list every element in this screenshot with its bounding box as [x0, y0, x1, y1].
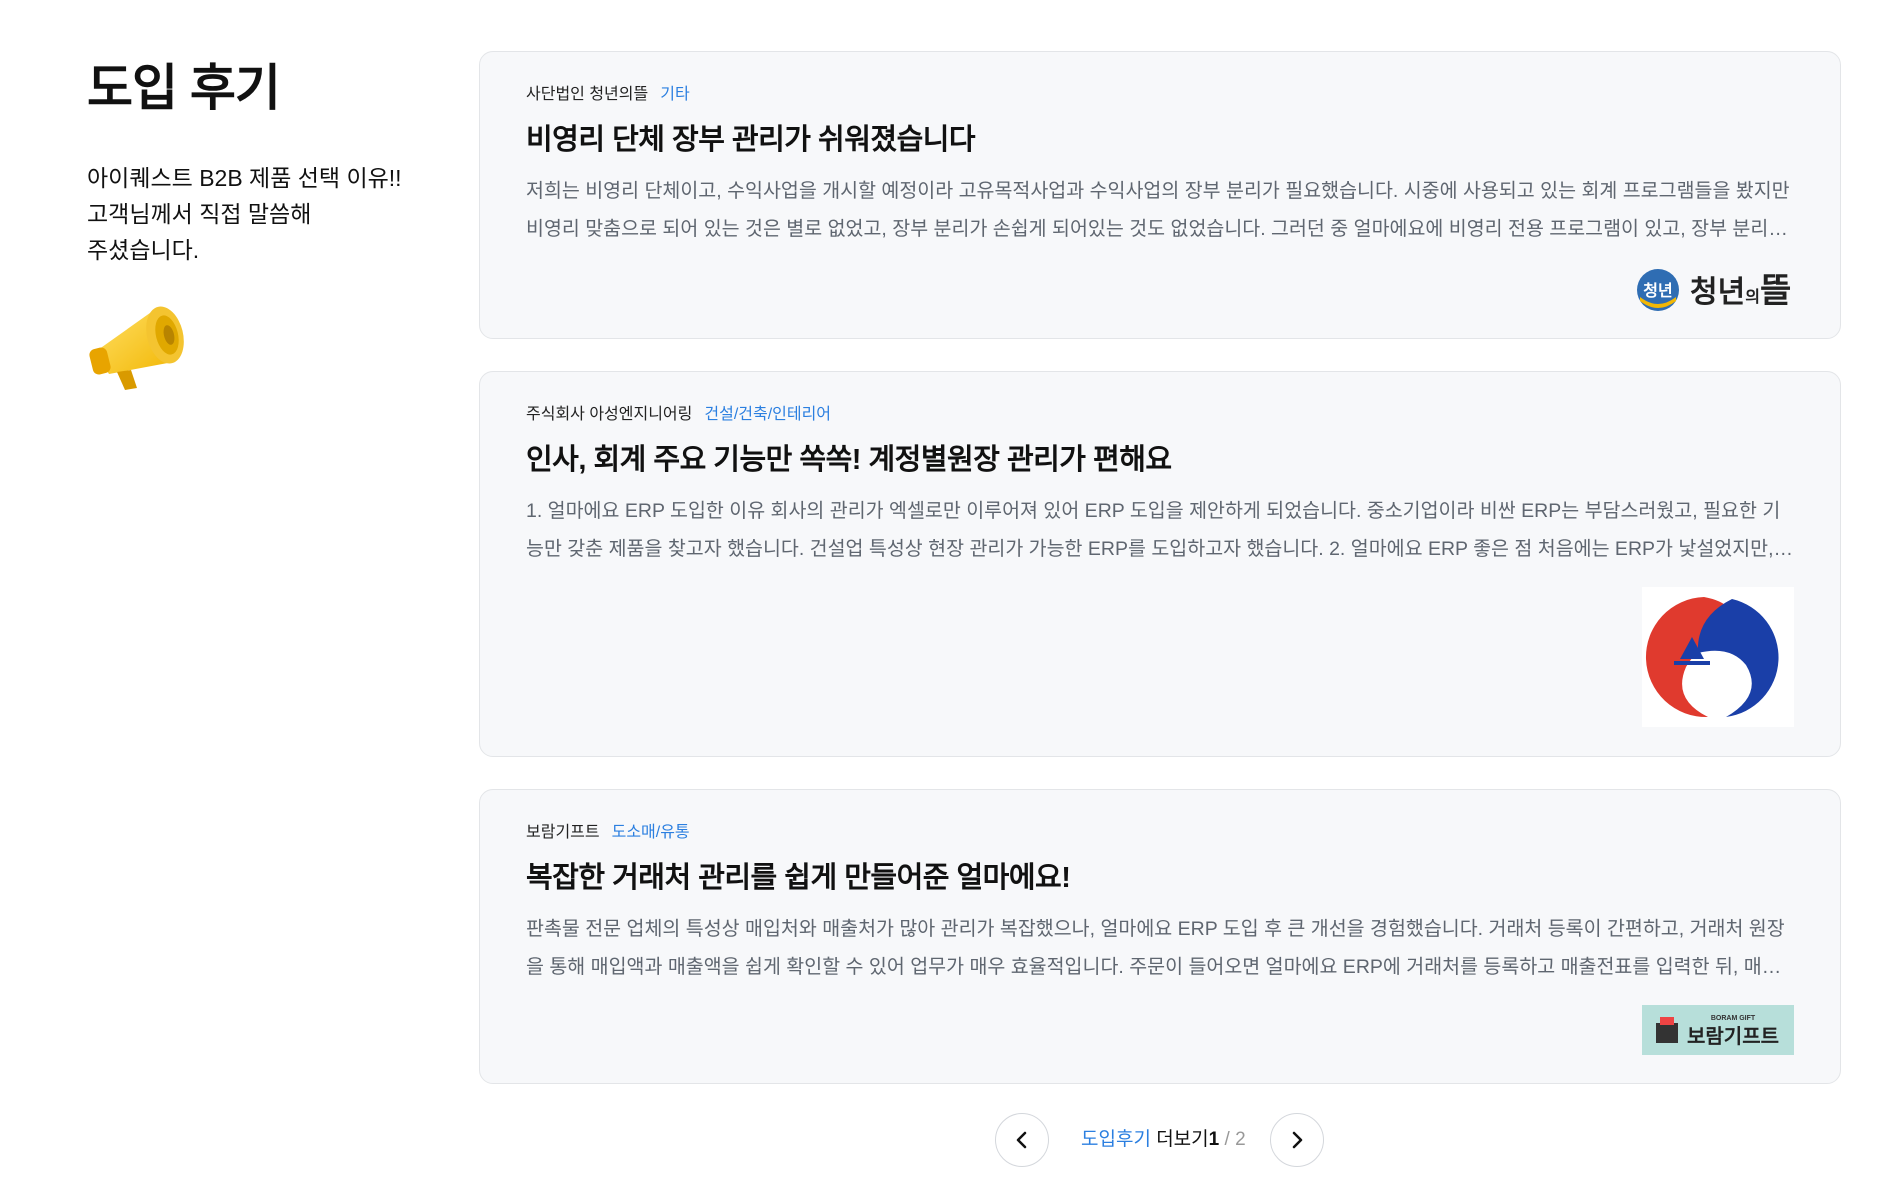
company-name: 주식회사 아성엔지니어링 [526, 406, 693, 423]
logo-text: 보람기프트 [1687, 1025, 1779, 1048]
company-logo [1642, 587, 1794, 727]
reviews-link[interactable]: 도입후기 [1081, 1129, 1151, 1150]
review-card[interactable]: 사단법인 청년의뜰 기타 비영리 단체 장부 관리가 쉬워졌습니다 저희는 비영리… [479, 51, 1841, 339]
intro-description: 아이퀘스트 B2B 제품 선택 이유!! 고객님께서 직접 말씀해 주셨습니다. [87, 165, 402, 263]
chevron-right-icon [1292, 1131, 1303, 1149]
next-button[interactable] [1270, 1113, 1324, 1167]
category-tag[interactable]: 기타 [660, 86, 689, 103]
page: 도입 후기 아이퀘스트 B2B 제품 선택 이유!! 고객님께서 직접 말씀해 … [0, 0, 1882, 1200]
review-body: 판촉물 전문 업체의 특성상 매입처와 매출처가 많아 관리가 복잡했으나, 얼… [526, 918, 1785, 978]
review-card[interactable]: 주식회사 아성엔지니어링 건설/건축/인테리어 인사, 회계 주요 기능만 쏙쏙!… [479, 371, 1841, 757]
chevron-left-icon [1016, 1131, 1027, 1149]
megaphone-icon [89, 306, 184, 390]
more-label: 더보기 [1156, 1129, 1209, 1150]
pagination-label: 도입후기 더보기1 / 2 [1081, 1126, 1246, 1154]
page-title: 도입 후기 [87, 60, 281, 116]
review-body: 1. 얼마에요 ERP 도입한 이유 회사의 관리가 엑셀로만 이루어져 있어 … [526, 500, 1781, 560]
company-name: 사단법인 청년의뜰 [526, 86, 649, 103]
logo-word-1: 청년 [1690, 276, 1745, 309]
review-body: 저희는 비영리 단체이고, 수익사업을 개시할 예정이라 고유목적사업과 수익사… [526, 180, 1790, 240]
total-pages: / 2 [1219, 1129, 1246, 1150]
company-logo: 청년 청년의뜰 [1637, 269, 1791, 311]
company-name: 보람기프트 [526, 824, 600, 841]
review-title[interactable]: 인사, 회계 주요 기능만 쏙쏙! 계정별원장 관리가 편해요 [526, 440, 1172, 480]
svg-text:청년의뜰: 청년의뜰 [1690, 272, 1791, 310]
review-title[interactable]: 비영리 단체 장부 관리가 쉬워졌습니다 [526, 120, 976, 160]
review-meta: 보람기프트 도소매/유통 [526, 821, 690, 845]
company-logo: BORAM GIFT 보람기프트 [1642, 1005, 1794, 1055]
review-meta: 사단법인 청년의뜰 기타 [526, 83, 690, 107]
prev-button[interactable] [995, 1113, 1049, 1167]
logo-word-3: 뜰 [1760, 272, 1791, 310]
review-meta: 주식회사 아성엔지니어링 건설/건축/인테리어 [526, 403, 831, 427]
intro-section: 도입 후기 아이퀘스트 B2B 제품 선택 이유!! 고객님께서 직접 말씀해 … [87, 58, 427, 394]
review-title[interactable]: 복잡한 거래처 관리를 쉽게 만들어준 얼마에요! [526, 858, 1071, 898]
category-tag[interactable]: 도소매/유통 [612, 824, 690, 841]
current-page: 1 [1208, 1129, 1220, 1150]
logo-word-2: 의 [1745, 288, 1760, 306]
review-card[interactable]: 보람기프트 도소매/유통 복잡한 거래처 관리를 쉽게 만들어준 얼마에요! 판촉… [479, 789, 1841, 1084]
logo-subtext: BORAM GIFT [1711, 1015, 1756, 1022]
category-tag[interactable]: 건설/건축/인테리어 [704, 406, 831, 423]
pagination: 도입후기 더보기1 / 2 [995, 1113, 1325, 1167]
logo-mark-text: 청년 [1643, 281, 1672, 300]
